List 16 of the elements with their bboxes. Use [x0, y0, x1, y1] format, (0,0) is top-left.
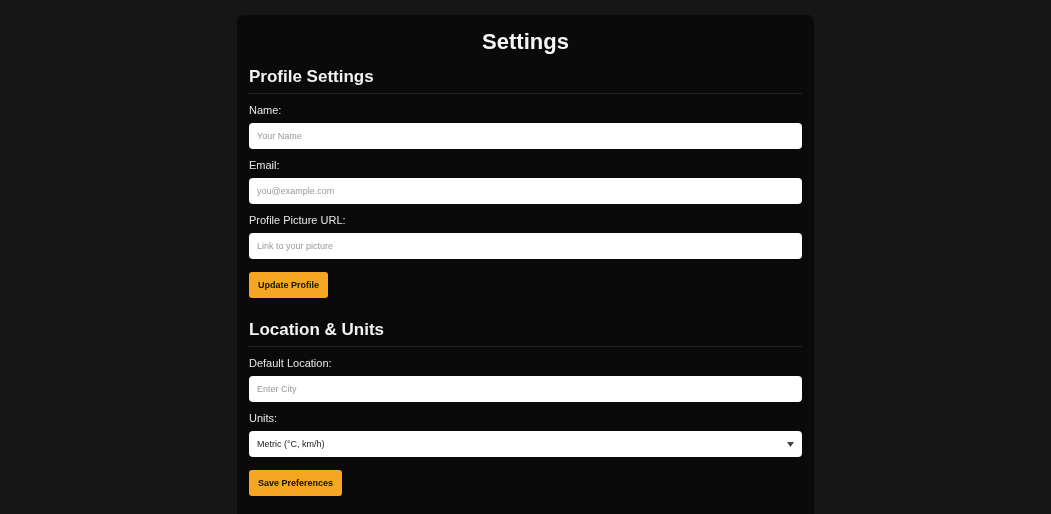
- save-button[interactable]: Update Profile: [249, 272, 328, 298]
- field-label: Profile Picture URL:: [249, 214, 347, 226]
- field-label: Units:: [249, 412, 279, 424]
- text-field[interactable]: Enter City: [249, 376, 802, 402]
- field-label: Name:: [249, 104, 283, 116]
- field-label: Email:: [249, 159, 281, 171]
- caret-icon: [787, 441, 794, 447]
- text-field[interactable]: Link to your picture: [249, 233, 802, 259]
- text-field[interactable]: you@example.com: [249, 178, 802, 204]
- field-label: Default Location:: [249, 357, 333, 369]
- units-dropdown[interactable]: Metric (°C, km/h): [249, 431, 802, 457]
- page-title: Settings: [481, 29, 570, 55]
- text-field[interactable]: Your Name: [249, 123, 802, 149]
- save-button[interactable]: Save Preferences: [249, 470, 343, 496]
- section-heading: Location & Units: [249, 320, 802, 347]
- section-heading: Profile Settings: [249, 67, 802, 94]
